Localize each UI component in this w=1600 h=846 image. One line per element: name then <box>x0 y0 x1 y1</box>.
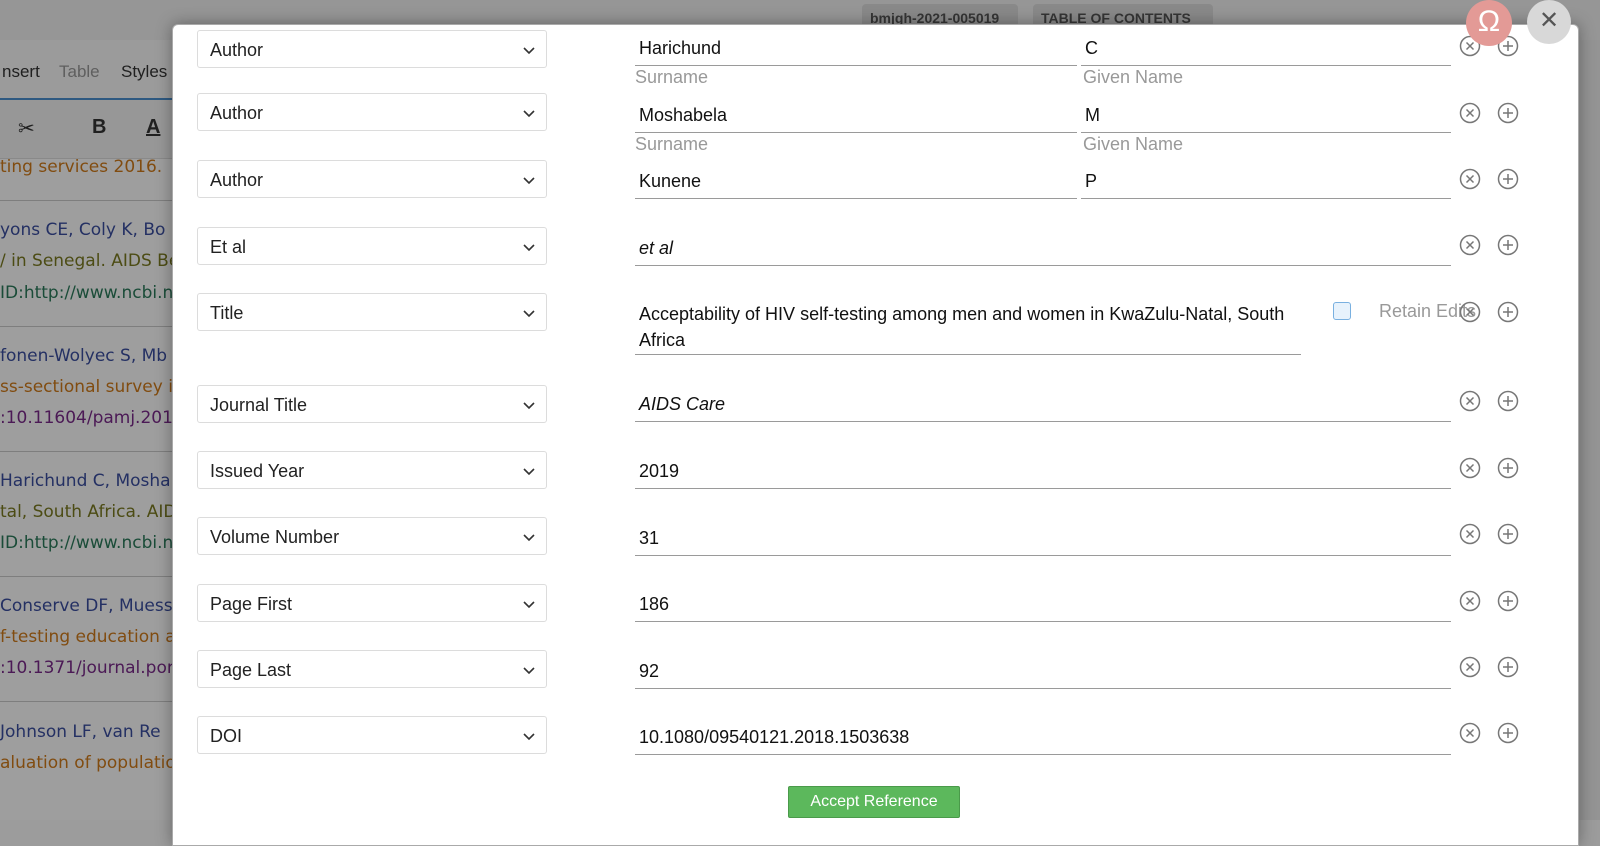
cut-icon[interactable]: ✂ <box>18 116 35 141</box>
page-last-input[interactable]: 92 <box>635 653 1451 689</box>
volume-number-input[interactable]: 31 <box>635 520 1451 556</box>
remove-icon[interactable] <box>1459 523 1481 545</box>
surname-hint: Surname <box>635 67 709 87</box>
remove-icon[interactable] <box>1459 301 1481 323</box>
field-type-select[interactable]: Issued Year <box>197 451 547 489</box>
given-name-hint: Given Name <box>1083 134 1184 154</box>
menu-styles[interactable]: Styles <box>121 62 167 82</box>
remove-icon[interactable] <box>1459 457 1481 479</box>
remove-icon[interactable] <box>1459 234 1481 256</box>
field-type-select[interactable]: Page First <box>197 584 547 622</box>
add-icon[interactable] <box>1497 457 1519 479</box>
field-type-select[interactable]: Et al <box>197 227 547 265</box>
ref-text-line: aluation of population <box>0 753 175 773</box>
ref-text-line: Johnson LF, van Re <box>0 722 161 742</box>
ref-text-line: / in Senegal. AIDS Be <box>0 251 175 271</box>
ref-text-line: fonen-Wolyec S, Mb <box>0 346 168 366</box>
page-first-input[interactable]: 186 <box>635 586 1451 622</box>
accept-reference-button[interactable]: Accept Reference <box>788 786 960 818</box>
chevron-down-icon <box>522 294 536 332</box>
given-name-input[interactable]: P <box>1081 163 1451 199</box>
remove-icon[interactable] <box>1459 168 1481 190</box>
field-type-select[interactable]: Page Last <box>197 650 547 688</box>
add-icon[interactable] <box>1497 168 1519 190</box>
ref-text-line: :10.1371/journal.por <box>0 658 174 678</box>
doi-input[interactable]: 10.1080/09540121.2018.1503638 <box>635 719 1451 755</box>
add-icon[interactable] <box>1497 301 1519 323</box>
field-type-select[interactable]: Journal Title <box>197 385 547 423</box>
surname-hint: Surname <box>635 134 709 154</box>
remove-icon[interactable] <box>1459 722 1481 744</box>
given-name-input[interactable]: M <box>1081 97 1451 133</box>
font-color-icon[interactable]: A <box>146 116 160 139</box>
reference-editor-modal: Author Harichund C Surname Given Name Au… <box>172 24 1579 846</box>
close-modal-button[interactable]: ✕ <box>1527 0 1571 44</box>
remove-icon[interactable] <box>1459 590 1481 612</box>
etal-input[interactable]: et al <box>635 230 1451 266</box>
chevron-down-icon <box>522 717 536 755</box>
add-icon[interactable] <box>1497 102 1519 124</box>
ref-text-line: :10.11604/pamj.201 <box>0 408 173 428</box>
ref-text-line: ting services 2016. <box>0 157 163 177</box>
close-icon: ✕ <box>1538 7 1560 34</box>
field-type-select[interactable]: DOI <box>197 716 547 754</box>
field-type-select[interactable]: Volume Number <box>197 517 547 555</box>
editor-toolbar: ✂ B A <box>0 100 180 159</box>
chevron-down-icon <box>522 651 536 689</box>
chevron-down-icon <box>522 161 536 199</box>
add-icon[interactable] <box>1497 722 1519 744</box>
ref-text-line: Harichund C, Moshal <box>0 471 175 491</box>
add-icon[interactable] <box>1497 523 1519 545</box>
add-icon[interactable] <box>1497 390 1519 412</box>
retain-edits-checkbox[interactable] <box>1333 302 1351 320</box>
ref-text-line: tal, South Africa. AIDS <box>0 502 175 522</box>
given-name-input[interactable]: C <box>1081 30 1451 66</box>
field-type-select[interactable]: Title <box>197 293 547 331</box>
add-icon[interactable] <box>1497 590 1519 612</box>
chevron-down-icon <box>522 31 536 69</box>
ref-text-line: Conserve DF, Muess <box>0 596 173 616</box>
field-type-select[interactable]: Author <box>197 160 547 198</box>
chevron-down-icon <box>522 585 536 623</box>
surname-input[interactable]: Kunene <box>635 163 1077 199</box>
field-type-select[interactable]: Author <box>197 93 547 131</box>
menu-table[interactable]: Table <box>59 62 100 82</box>
editor-menu: nsert Table Styles <box>0 40 180 101</box>
chevron-down-icon <box>522 94 536 132</box>
ref-text-line: ID:http://www.ncbi.n <box>0 283 174 303</box>
add-icon[interactable] <box>1497 656 1519 678</box>
chevron-down-icon <box>522 452 536 490</box>
chevron-down-icon <box>522 386 536 424</box>
remove-icon[interactable] <box>1459 656 1481 678</box>
ref-text-line: yons CE, Coly K, Bo <box>0 220 166 240</box>
ref-text-line: ID:http://www.ncbi.n <box>0 533 174 553</box>
issued-year-input[interactable]: 2019 <box>635 453 1451 489</box>
chevron-down-icon <box>522 228 536 266</box>
field-type-select[interactable]: Author <box>197 30 547 68</box>
remove-icon[interactable] <box>1459 390 1481 412</box>
title-input[interactable]: Acceptability of HIV self-testing among … <box>635 293 1301 355</box>
ref-text-line: f-testing education ar <box>0 627 175 647</box>
special-characters-button[interactable]: Ω <box>1466 0 1512 46</box>
surname-input[interactable]: Moshabela <box>635 97 1077 133</box>
chevron-down-icon <box>522 518 536 556</box>
bold-icon[interactable]: B <box>92 116 106 139</box>
surname-input[interactable]: Harichund <box>635 30 1077 66</box>
journal-title-input[interactable]: AIDS Care <box>635 386 1451 422</box>
given-name-hint: Given Name <box>1083 67 1184 87</box>
ref-text-line: ss-sectional survey ir <box>0 377 175 397</box>
add-icon[interactable] <box>1497 234 1519 256</box>
omega-icon: Ω <box>1477 5 1501 38</box>
menu-insert[interactable]: nsert <box>2 62 40 82</box>
remove-icon[interactable] <box>1459 102 1481 124</box>
